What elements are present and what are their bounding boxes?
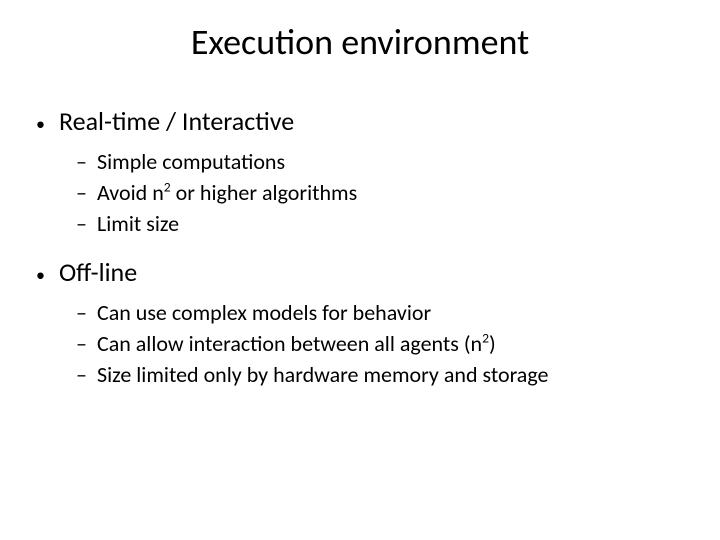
dash-marker: – <box>76 298 87 329</box>
subbullet-text: Can allow interaction between all agents… <box>97 329 496 360</box>
subbullet-text: Avoid n2 or higher algorithms <box>97 178 357 209</box>
bullet-marker: • <box>36 111 45 138</box>
slide-title: Execution environment <box>0 20 720 64</box>
subbullet-text: Limit size <box>97 209 179 240</box>
subbullet-text: Can use complex models for behavior <box>97 298 431 329</box>
subbullet: – Size limited only by hardware memory a… <box>36 360 684 391</box>
dash-marker: – <box>76 147 87 178</box>
dash-marker: – <box>76 329 87 360</box>
bullet-offline: • Off-line <box>36 253 684 292</box>
dash-marker: – <box>76 360 87 391</box>
bullet-marker: • <box>36 262 45 289</box>
slide-content: • Real-time / Interactive – Simple compu… <box>0 102 720 391</box>
subbullet: – Simple computations <box>36 147 684 178</box>
subbullet: – Can use complex models for behavior <box>36 298 684 329</box>
subbullet: – Can allow interaction between all agen… <box>36 329 684 360</box>
bullet-text: Real-time / Interactive <box>59 102 294 141</box>
dash-marker: – <box>76 178 87 209</box>
subbullet-text: Size limited only by hardware memory and… <box>97 360 549 391</box>
bullet-realtime: • Real-time / Interactive <box>36 102 684 141</box>
subbullet-text: Simple computations <box>97 147 285 178</box>
subbullet: – Limit size <box>36 209 684 240</box>
dash-marker: – <box>76 209 87 240</box>
bullet-text: Off-line <box>59 253 137 292</box>
subbullet: – Avoid n2 or higher algorithms <box>36 178 684 209</box>
